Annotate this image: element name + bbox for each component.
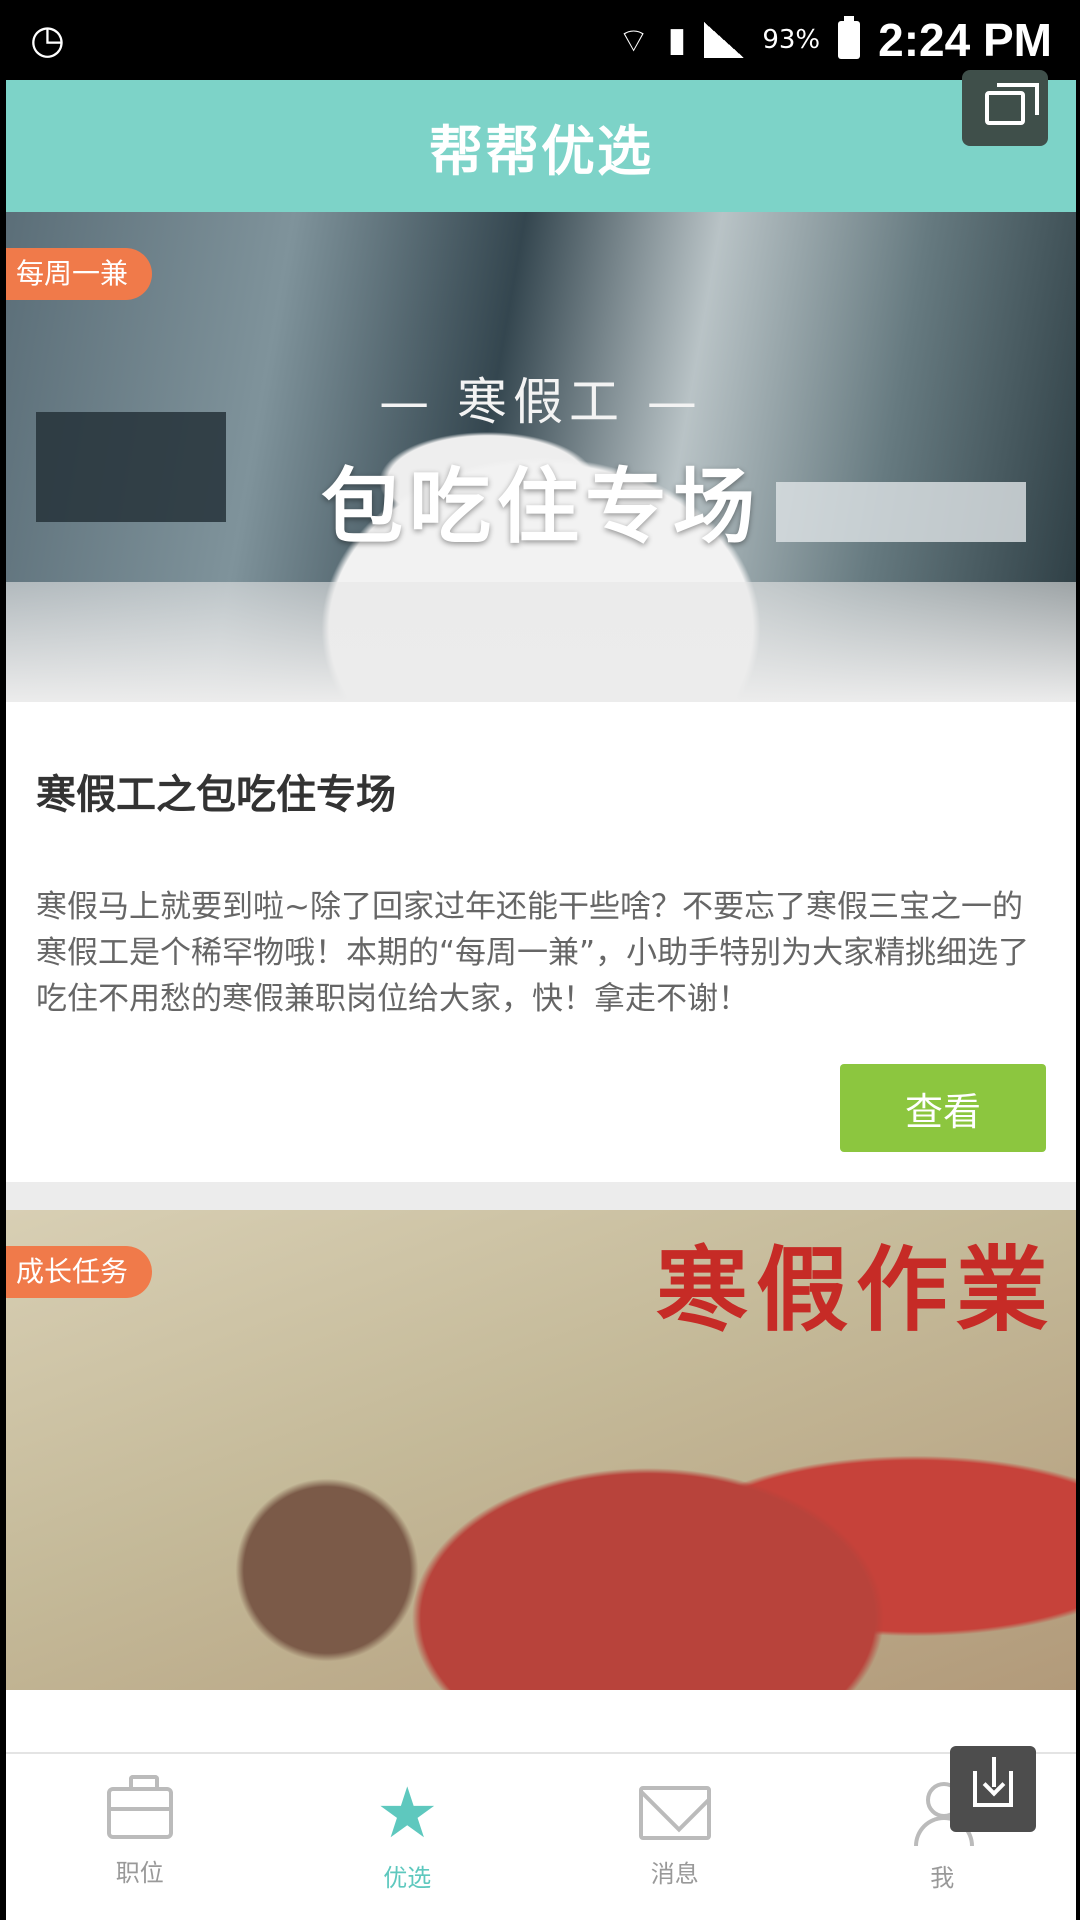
feed-card[interactable]: — 寒假工 — 包吃住专场 每周一兼 寒假工之包吃住专场 寒假马上就要到啦~除了… (6, 212, 1076, 1182)
app-screen: ◷ ⌔ ▮ 93% 2:24 PM 帮帮优选 — 寒假工 — 包吃住专场 每周一… (6, 0, 1076, 1920)
nav-item-jobs[interactable]: 职位 (6, 1754, 274, 1920)
signal-icon (704, 22, 745, 58)
card-tag: 每周一兼 (6, 248, 153, 300)
multi-window-button[interactable] (962, 70, 1048, 146)
window-stack-icon (985, 83, 1039, 125)
briefcase-icon (106, 1774, 173, 1839)
wifi-icon: ⌔ (617, 20, 650, 61)
card-banner-image[interactable]: 寒假作業 成长任务 (6, 1210, 1076, 1690)
page-title: 帮帮优选 (429, 119, 653, 183)
poster-title: 寒假作業 (655, 1237, 1056, 1344)
feed-card[interactable]: 寒假作業 成长任务 (6, 1210, 1076, 1690)
bottom-navigation: 职位 ★ 优选 消息 我 (6, 1752, 1076, 1920)
card-description: 寒假马上就要到啦~除了回家过年还能干些啥？不要忘了寒假三宝之一的寒假工是个稀罕物… (36, 889, 1030, 1017)
nav-label: 职位 (115, 1858, 164, 1887)
card-tag: 成长任务 (6, 1246, 153, 1298)
sim-icon: ▮ (667, 20, 687, 60)
card-banner-image[interactable]: — 寒假工 — 包吃住专场 每周一兼 (6, 212, 1076, 702)
card-body: 寒假工之包吃住专场 寒假马上就要到啦~除了回家过年还能干些啥？不要忘了寒假三宝之… (6, 702, 1076, 1182)
banner-title: 包吃住专场 (320, 460, 761, 555)
battery-icon (838, 16, 861, 59)
banner-snow-shape (6, 582, 1076, 702)
download-button[interactable] (950, 1746, 1036, 1832)
feed-list[interactable]: — 寒假工 — 包吃住专场 每周一兼 寒假工之包吃住专场 寒假马上就要到啦~除了… (6, 212, 1076, 1752)
view-button[interactable]: 查看 (840, 1064, 1046, 1152)
nav-label: 我 (930, 1863, 955, 1892)
card-actions: 查看 (36, 1064, 1046, 1152)
status-icons: ⌔ ▮ 93% 2:24 PM (618, 13, 1052, 67)
card-divider (6, 1182, 1076, 1210)
nav-item-featured[interactable]: ★ 优选 (274, 1754, 542, 1920)
nav-item-messages[interactable]: 消息 (541, 1754, 809, 1920)
nav-label: 优选 (383, 1863, 432, 1892)
nav-label: 消息 (650, 1859, 699, 1888)
battery-percent: 93% (762, 25, 821, 55)
download-icon (973, 1757, 1013, 1807)
clock-icon: ◷ (30, 17, 65, 63)
banner-subtitle: — 寒假工 — (379, 373, 703, 431)
app-header: 帮帮优选 (6, 80, 1076, 212)
star-icon: ★ (375, 1771, 439, 1854)
status-bar: ◷ ⌔ ▮ 93% 2:24 PM (6, 0, 1076, 80)
card-title: 寒假工之包吃住专场 (36, 772, 396, 818)
status-time: 2:24 PM (878, 14, 1052, 66)
mail-icon (638, 1785, 711, 1840)
